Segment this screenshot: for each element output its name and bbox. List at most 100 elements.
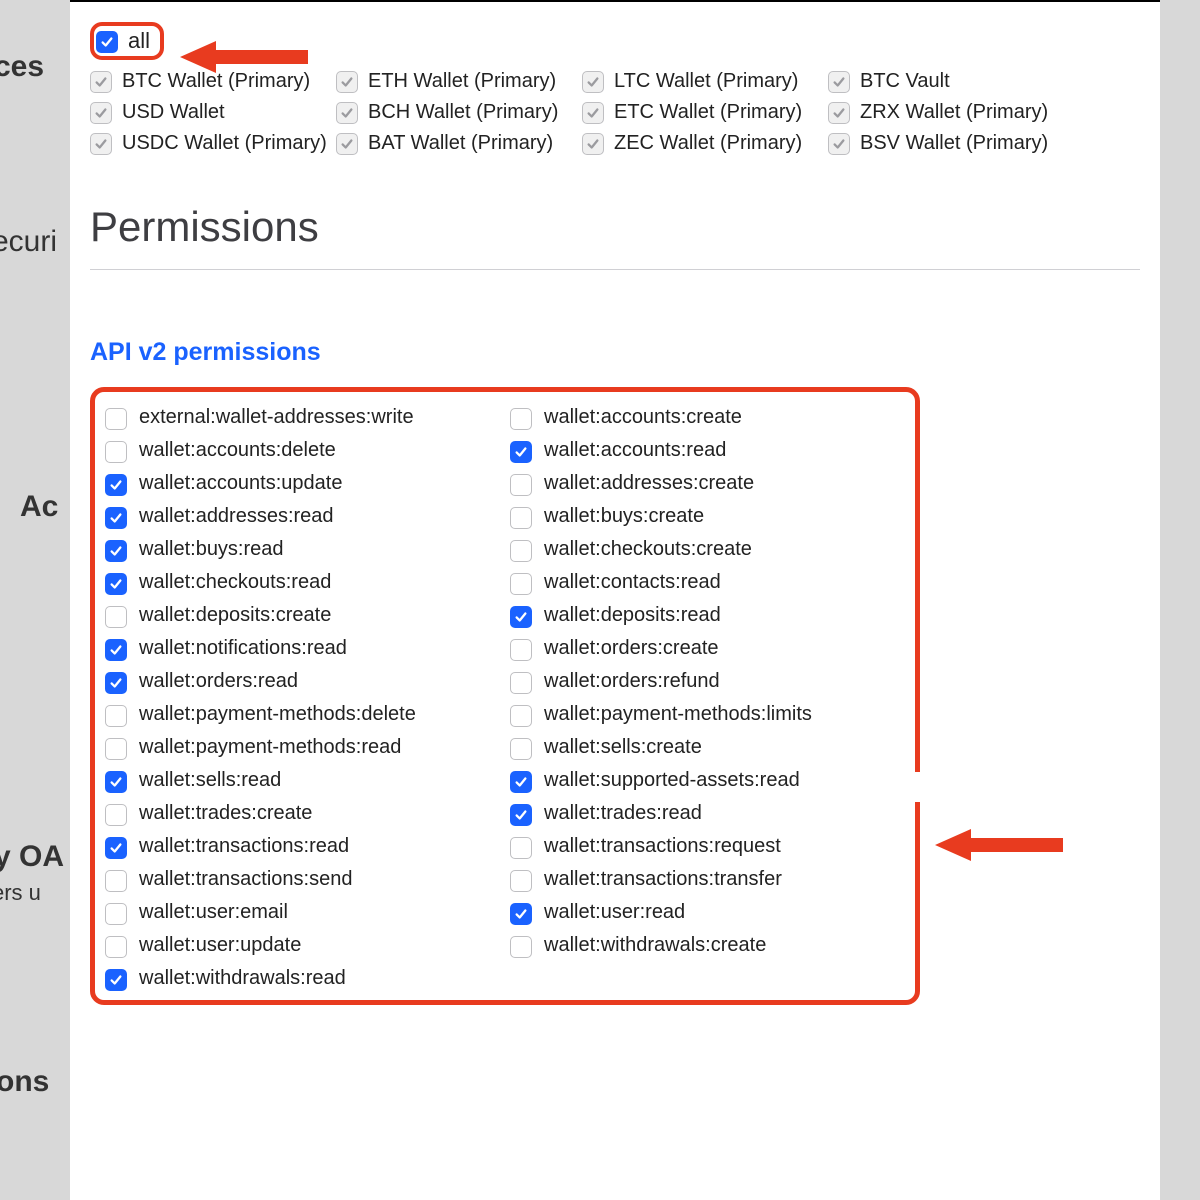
checkbox-permission[interactable] [105, 540, 127, 562]
permission-item: wallet:accounts:update [105, 472, 500, 495]
permission-label: wallet:payment-methods:limits [544, 703, 812, 726]
checkbox-permission[interactable] [105, 672, 127, 694]
permission-label: wallet:withdrawals:read [139, 967, 346, 990]
permission-label: wallet:buys:read [139, 538, 284, 561]
checkbox-permission[interactable] [105, 639, 127, 661]
wallet-label: LTC Wallet (Primary) [614, 70, 798, 93]
wallet-item: BAT Wallet (Primary) [336, 132, 576, 155]
checkbox-permission[interactable] [510, 804, 532, 826]
checkbox-permission[interactable] [105, 474, 127, 496]
checkbox-permission[interactable] [105, 573, 127, 595]
checkbox-permission[interactable] [510, 738, 532, 760]
wallet-all-row: all [90, 22, 1140, 60]
checkbox-permission[interactable] [105, 705, 127, 727]
annotation-highlight-permissions: external:wallet-addresses:write wallet:ac… [90, 387, 920, 1005]
permission-item: wallet:transactions:read [105, 835, 500, 858]
checkbox-permission[interactable] [510, 507, 532, 529]
permission-label: wallet:withdrawals:create [544, 934, 766, 957]
permission-item: wallet:deposits:read [510, 604, 905, 627]
checkbox-wallet[interactable] [828, 102, 850, 124]
checkbox-permission[interactable] [510, 408, 532, 430]
checkbox-permission[interactable] [105, 441, 127, 463]
checkbox-permission[interactable] [510, 672, 532, 694]
wallet-label: USD Wallet [122, 101, 225, 124]
wallet-item: ETH Wallet (Primary) [336, 70, 576, 93]
permission-label: wallet:deposits:create [139, 604, 331, 627]
wallet-label: USDC Wallet (Primary) [122, 132, 327, 155]
wallet-label: ETC Wallet (Primary) [614, 101, 802, 124]
permission-label: wallet:user:update [139, 934, 301, 957]
checkbox-permission[interactable] [510, 903, 532, 925]
permission-item: wallet:checkouts:create [510, 538, 905, 561]
permission-item: wallet:payment-methods:limits [510, 703, 905, 726]
permission-item: wallet:contacts:read [510, 571, 905, 594]
wallet-item: ZEC Wallet (Primary) [582, 132, 822, 155]
checkbox-permission[interactable] [105, 870, 127, 892]
permission-item: wallet:accounts:create [510, 406, 905, 429]
permission-item: wallet:user:update [105, 934, 500, 957]
wallet-label: ZEC Wallet (Primary) [614, 132, 802, 155]
checkbox-wallet[interactable] [90, 71, 112, 93]
checkbox-permission[interactable] [105, 771, 127, 793]
checkbox-permission[interactable] [105, 903, 127, 925]
checkbox-wallet[interactable] [336, 133, 358, 155]
checkbox-permission[interactable] [105, 408, 127, 430]
permission-label: wallet:trades:read [544, 802, 702, 825]
checkbox-permission[interactable] [510, 474, 532, 496]
permission-label: wallet:addresses:create [544, 472, 754, 495]
checkbox-permission[interactable] [510, 441, 532, 463]
checkbox-wallet[interactable] [582, 133, 604, 155]
checkbox-wallet[interactable] [828, 71, 850, 93]
checkbox-wallet[interactable] [582, 71, 604, 93]
checkbox-wallet[interactable] [582, 102, 604, 124]
checkbox-wallet[interactable] [90, 102, 112, 124]
permission-item: wallet:trades:read [510, 802, 905, 825]
checkbox-permission[interactable] [510, 639, 532, 661]
checkbox-permission[interactable] [105, 507, 127, 529]
wallet-item: BCH Wallet (Primary) [336, 101, 576, 124]
permission-item: wallet:addresses:read [105, 505, 500, 528]
permission-item: external:wallet-addresses:write [105, 406, 500, 429]
permission-label: wallet:accounts:update [139, 472, 342, 495]
checkbox-wallet[interactable] [336, 71, 358, 93]
checkbox-permission[interactable] [510, 606, 532, 628]
wallet-label: BAT Wallet (Primary) [368, 132, 553, 155]
permission-item: wallet:user:read [510, 901, 905, 924]
checkbox-permission[interactable] [510, 936, 532, 958]
permission-label: wallet:checkouts:create [544, 538, 752, 561]
permission-item: wallet:user:email [105, 901, 500, 924]
checkbox-permission[interactable] [510, 771, 532, 793]
permission-item: wallet:withdrawals:create [510, 934, 905, 957]
permission-item: wallet:sells:read [105, 769, 500, 792]
wallet-item: BTC Vault [828, 70, 1068, 93]
checkbox-permission[interactable] [105, 969, 127, 991]
permission-label: wallet:accounts:read [544, 439, 726, 462]
checkbox-permission[interactable] [105, 738, 127, 760]
checkbox-permission[interactable] [105, 804, 127, 826]
checkbox-permission[interactable] [510, 540, 532, 562]
checkbox-permission[interactable] [105, 837, 127, 859]
checkbox-permission[interactable] [105, 606, 127, 628]
wallet-label: ZRX Wallet (Primary) [860, 101, 1048, 124]
checkbox-permission[interactable] [510, 573, 532, 595]
wallet-list: BTC Wallet (Primary)ETH Wallet (Primary)… [90, 70, 1140, 163]
checkbox-wallet[interactable] [336, 102, 358, 124]
checkbox-permission[interactable] [105, 936, 127, 958]
permission-item: wallet:accounts:read [510, 439, 905, 462]
checkbox-wallet[interactable] [828, 133, 850, 155]
checkbox-permission[interactable] [510, 870, 532, 892]
checkbox-wallet[interactable] [90, 133, 112, 155]
permission-label: wallet:checkouts:read [139, 571, 331, 594]
permission-item: wallet:sells:create [510, 736, 905, 759]
checkbox-permission[interactable] [510, 837, 532, 859]
permission-label: wallet:transactions:request [544, 835, 781, 858]
wallet-label: ETH Wallet (Primary) [368, 70, 556, 93]
checkbox-permission[interactable] [510, 705, 532, 727]
permission-item: wallet:payment-methods:read [105, 736, 500, 759]
checkbox-all-wallets[interactable] [96, 31, 118, 53]
permission-item: wallet:orders:read [105, 670, 500, 693]
permission-label: wallet:supported-assets:read [544, 769, 800, 792]
permission-label: wallet:accounts:create [544, 406, 742, 429]
permission-item: wallet:supported-assets:read [510, 769, 905, 792]
bg-text: ecuri [0, 225, 57, 259]
